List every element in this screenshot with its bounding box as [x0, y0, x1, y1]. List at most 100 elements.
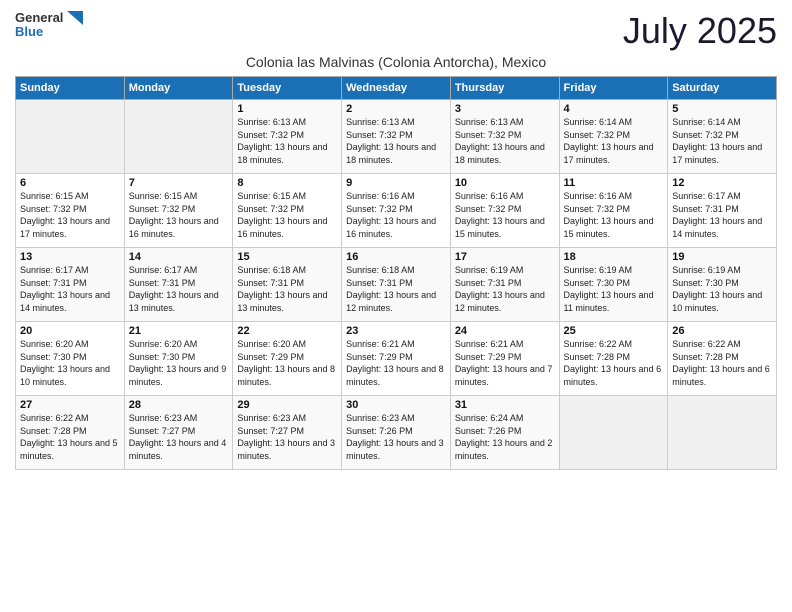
day-info: Sunrise: 6:14 AMSunset: 7:32 PMDaylight:…: [564, 116, 664, 166]
day-info: Sunrise: 6:15 AMSunset: 7:32 PMDaylight:…: [237, 190, 337, 240]
week-row-4: 20Sunrise: 6:20 AMSunset: 7:30 PMDayligh…: [16, 322, 777, 396]
day-number: 5: [672, 103, 772, 115]
day-info: Sunrise: 6:22 AMSunset: 7:28 PMDaylight:…: [672, 338, 772, 388]
day-info: Sunrise: 6:13 AMSunset: 7:32 PMDaylight:…: [455, 116, 555, 166]
day-cell: 28Sunrise: 6:23 AMSunset: 7:27 PMDayligh…: [124, 396, 233, 470]
day-cell: 20Sunrise: 6:20 AMSunset: 7:30 PMDayligh…: [16, 322, 125, 396]
day-info: Sunrise: 6:16 AMSunset: 7:32 PMDaylight:…: [455, 190, 555, 240]
day-info: Sunrise: 6:18 AMSunset: 7:31 PMDaylight:…: [346, 264, 446, 314]
day-cell: 4Sunrise: 6:14 AMSunset: 7:32 PMDaylight…: [559, 100, 668, 174]
day-cell: 5Sunrise: 6:14 AMSunset: 7:32 PMDaylight…: [668, 100, 777, 174]
day-cell: 12Sunrise: 6:17 AMSunset: 7:31 PMDayligh…: [668, 174, 777, 248]
day-cell: 11Sunrise: 6:16 AMSunset: 7:32 PMDayligh…: [559, 174, 668, 248]
day-info: Sunrise: 6:16 AMSunset: 7:32 PMDaylight:…: [346, 190, 446, 240]
day-info: Sunrise: 6:20 AMSunset: 7:30 PMDaylight:…: [20, 338, 120, 388]
day-cell: [124, 100, 233, 174]
day-info: Sunrise: 6:22 AMSunset: 7:28 PMDaylight:…: [564, 338, 664, 388]
day-number: 23: [346, 325, 446, 337]
day-info: Sunrise: 6:21 AMSunset: 7:29 PMDaylight:…: [455, 338, 555, 388]
week-row-5: 27Sunrise: 6:22 AMSunset: 7:28 PMDayligh…: [16, 396, 777, 470]
day-number: 15: [237, 251, 337, 263]
day-cell: 17Sunrise: 6:19 AMSunset: 7:31 PMDayligh…: [450, 248, 559, 322]
day-number: 9: [346, 177, 446, 189]
day-number: 8: [237, 177, 337, 189]
week-row-2: 6Sunrise: 6:15 AMSunset: 7:32 PMDaylight…: [16, 174, 777, 248]
day-info: Sunrise: 6:14 AMSunset: 7:32 PMDaylight:…: [672, 116, 772, 166]
day-number: 28: [129, 399, 229, 411]
day-info: Sunrise: 6:19 AMSunset: 7:30 PMDaylight:…: [564, 264, 664, 314]
header-monday: Monday: [124, 77, 233, 100]
day-info: Sunrise: 6:23 AMSunset: 7:26 PMDaylight:…: [346, 412, 446, 462]
day-cell: 16Sunrise: 6:18 AMSunset: 7:31 PMDayligh…: [342, 248, 451, 322]
subtitle: Colonia las Malvinas (Colonia Antorcha),…: [15, 54, 777, 70]
day-number: 17: [455, 251, 555, 263]
day-cell: 9Sunrise: 6:16 AMSunset: 7:32 PMDaylight…: [342, 174, 451, 248]
day-info: Sunrise: 6:20 AMSunset: 7:29 PMDaylight:…: [237, 338, 337, 388]
header: General Blue July 2025: [15, 10, 777, 52]
day-number: 29: [237, 399, 337, 411]
day-number: 1: [237, 103, 337, 115]
day-number: 19: [672, 251, 772, 263]
day-cell: [559, 396, 668, 470]
day-cell: [16, 100, 125, 174]
day-number: 24: [455, 325, 555, 337]
day-number: 14: [129, 251, 229, 263]
day-number: 31: [455, 399, 555, 411]
day-cell: 6Sunrise: 6:15 AMSunset: 7:32 PMDaylight…: [16, 174, 125, 248]
header-saturday: Saturday: [668, 77, 777, 100]
day-number: 3: [455, 103, 555, 115]
day-number: 18: [564, 251, 664, 263]
day-info: Sunrise: 6:20 AMSunset: 7:30 PMDaylight:…: [129, 338, 229, 388]
day-info: Sunrise: 6:19 AMSunset: 7:30 PMDaylight:…: [672, 264, 772, 314]
day-cell: 10Sunrise: 6:16 AMSunset: 7:32 PMDayligh…: [450, 174, 559, 248]
day-cell: 23Sunrise: 6:21 AMSunset: 7:29 PMDayligh…: [342, 322, 451, 396]
day-cell: 1Sunrise: 6:13 AMSunset: 7:32 PMDaylight…: [233, 100, 342, 174]
logo-chevron-icon: [65, 11, 83, 25]
page: General Blue July 2025 Colonia las Malvi…: [0, 0, 792, 612]
day-cell: 13Sunrise: 6:17 AMSunset: 7:31 PMDayligh…: [16, 248, 125, 322]
day-number: 30: [346, 399, 446, 411]
day-info: Sunrise: 6:23 AMSunset: 7:27 PMDaylight:…: [129, 412, 229, 462]
header-thursday: Thursday: [450, 77, 559, 100]
day-number: 25: [564, 325, 664, 337]
header-tuesday: Tuesday: [233, 77, 342, 100]
header-wednesday: Wednesday: [342, 77, 451, 100]
day-cell: 2Sunrise: 6:13 AMSunset: 7:32 PMDaylight…: [342, 100, 451, 174]
day-number: 21: [129, 325, 229, 337]
day-cell: 18Sunrise: 6:19 AMSunset: 7:30 PMDayligh…: [559, 248, 668, 322]
day-number: 7: [129, 177, 229, 189]
day-cell: 31Sunrise: 6:24 AMSunset: 7:26 PMDayligh…: [450, 396, 559, 470]
week-row-1: 1 Sunrise: 6:13 AMSunset: 7:32 PMDaylight…: [16, 100, 777, 174]
week-row-3: 13Sunrise: 6:17 AMSunset: 7:31 PMDayligh…: [16, 248, 777, 322]
day-cell: 21Sunrise: 6:20 AMSunset: 7:30 PMDayligh…: [124, 322, 233, 396]
calendar-header-row: SundayMondayTuesdayWednesdayThursdayFrid…: [16, 77, 777, 100]
day-cell: 22Sunrise: 6:20 AMSunset: 7:29 PMDayligh…: [233, 322, 342, 396]
day-info: Sunrise: 6:22 AMSunset: 7:28 PMDaylight:…: [20, 412, 120, 462]
day-cell: 8Sunrise: 6:15 AMSunset: 7:32 PMDaylight…: [233, 174, 342, 248]
logo: General Blue: [15, 10, 83, 39]
day-cell: 26Sunrise: 6:22 AMSunset: 7:28 PMDayligh…: [668, 322, 777, 396]
day-info: Sunrise: 6:15 AMSunset: 7:32 PMDaylight:…: [129, 190, 229, 240]
day-number: 4: [564, 103, 664, 115]
title-block: July 2025: [623, 10, 777, 52]
main-title: July 2025: [623, 10, 777, 52]
day-number: 27: [20, 399, 120, 411]
day-cell: 3Sunrise: 6:13 AMSunset: 7:32 PMDaylight…: [450, 100, 559, 174]
day-cell: 24Sunrise: 6:21 AMSunset: 7:29 PMDayligh…: [450, 322, 559, 396]
day-number: 10: [455, 177, 555, 189]
day-number: 12: [672, 177, 772, 189]
header-friday: Friday: [559, 77, 668, 100]
day-cell: 14Sunrise: 6:17 AMSunset: 7:31 PMDayligh…: [124, 248, 233, 322]
day-number: 6: [20, 177, 120, 189]
day-info: Sunrise: 6:17 AMSunset: 7:31 PMDaylight:…: [20, 264, 120, 314]
day-cell: 19Sunrise: 6:19 AMSunset: 7:30 PMDayligh…: [668, 248, 777, 322]
day-info: Sunrise: 6:15 AMSunset: 7:32 PMDaylight:…: [20, 190, 120, 240]
day-info: Sunrise: 6:17 AMSunset: 7:31 PMDaylight:…: [672, 190, 772, 240]
day-number: 16: [346, 251, 446, 263]
day-cell: 29Sunrise: 6:23 AMSunset: 7:27 PMDayligh…: [233, 396, 342, 470]
day-info: Sunrise: 6:23 AMSunset: 7:27 PMDaylight:…: [237, 412, 337, 462]
day-info: Sunrise: 6:13 AMSunset: 7:32 PMDaylight:…: [346, 116, 446, 166]
day-cell: 15Sunrise: 6:18 AMSunset: 7:31 PMDayligh…: [233, 248, 342, 322]
day-number: 20: [20, 325, 120, 337]
calendar: SundayMondayTuesdayWednesdayThursdayFrid…: [15, 76, 777, 470]
